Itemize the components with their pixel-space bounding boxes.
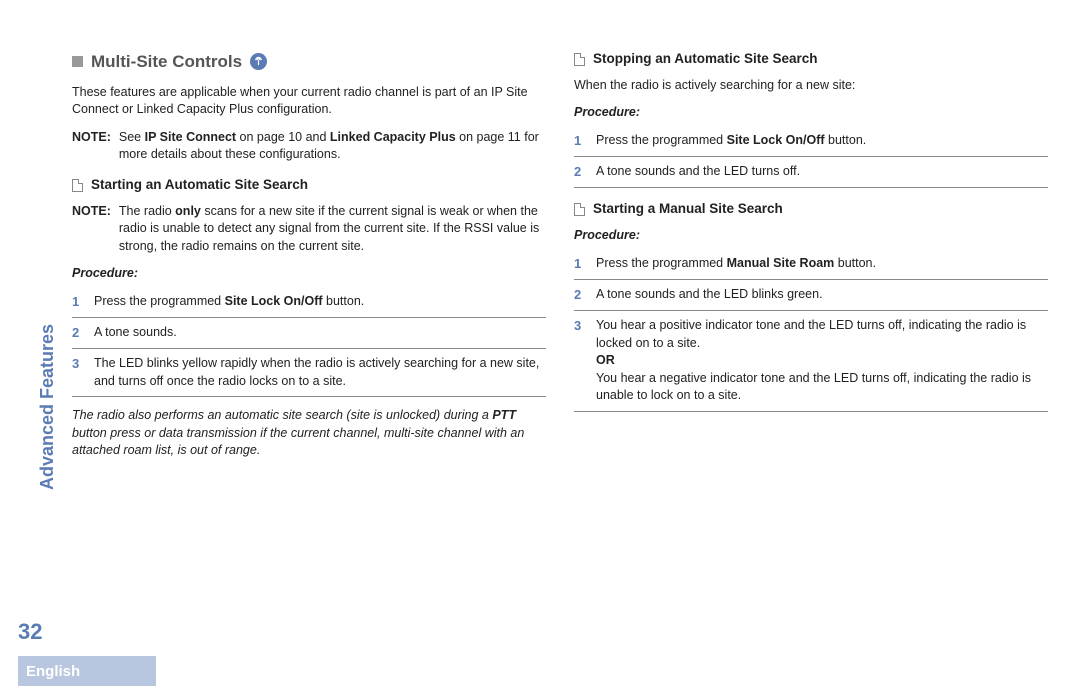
procedure-step: 2 A tone sounds and the LED turns off. xyxy=(574,157,1048,188)
step-number: 1 xyxy=(574,132,586,150)
step-body: Press the programmed Site Lock On/Off bu… xyxy=(596,132,1048,150)
step-number: 3 xyxy=(574,317,586,405)
procedure-step: 1 Press the programmed Site Lock On/Off … xyxy=(574,126,1048,157)
subheading-auto-start: Starting an Automatic Site Search xyxy=(72,176,546,195)
note-label: NOTE: xyxy=(72,129,111,164)
subheading-text: Starting an Automatic Site Search xyxy=(91,176,308,195)
step-number: 2 xyxy=(72,324,84,342)
step-body: The LED blinks yellow rapidly when the r… xyxy=(94,355,546,390)
antenna-icon xyxy=(250,53,267,70)
note-body: See IP Site Connect on page 10 and Linke… xyxy=(119,129,546,164)
procedure-step: 1 Press the programmed Site Lock On/Off … xyxy=(72,287,546,318)
page-number: 32 xyxy=(18,617,42,648)
content-columns: Multi-Site Controls These features are a… xyxy=(72,50,1048,470)
right-column: Stopping an Automatic Site Search When t… xyxy=(574,50,1048,470)
subheading-manual-start: Starting a Manual Site Search xyxy=(574,200,1048,219)
subheading-auto-stop: Stopping an Automatic Site Search xyxy=(574,50,1048,69)
document-icon xyxy=(574,203,585,216)
step-body: A tone sounds and the LED turns off. xyxy=(596,163,1048,181)
procedure-step: 2 A tone sounds. xyxy=(72,318,546,349)
intro-text: When the radio is actively searching for… xyxy=(574,77,1048,95)
italic-note: The radio also performs an automatic sit… xyxy=(72,407,546,460)
step-body: A tone sounds and the LED blinks green. xyxy=(596,286,1048,304)
procedure-step: 1 Press the programmed Manual Site Roam … xyxy=(574,249,1048,280)
document-icon xyxy=(72,179,83,192)
step-number: 1 xyxy=(574,255,586,273)
note-body: The radio only scans for a new site if t… xyxy=(119,203,546,256)
procedure-step: 3 You hear a positive indicator tone and… xyxy=(574,311,1048,412)
step-number: 1 xyxy=(72,293,84,311)
procedure-step: 3 The LED blinks yellow rapidly when the… xyxy=(72,349,546,397)
step-number: 3 xyxy=(72,355,84,390)
section-tab-label: Advanced Features xyxy=(35,324,60,490)
main-heading: Multi-Site Controls xyxy=(72,50,546,74)
left-column: Multi-Site Controls These features are a… xyxy=(72,50,546,470)
procedure-label: Procedure: xyxy=(574,104,1048,122)
note-2: NOTE: The radio only scans for a new sit… xyxy=(72,203,546,256)
language-footer: English xyxy=(18,656,156,686)
procedure-step: 2 A tone sounds and the LED blinks green… xyxy=(574,280,1048,311)
main-heading-text: Multi-Site Controls xyxy=(91,50,242,74)
step-number: 2 xyxy=(574,286,586,304)
step-body: Press the programmed Manual Site Roam bu… xyxy=(596,255,1048,273)
manual-page: Advanced Features 32 English Multi-Site … xyxy=(0,0,1080,698)
intro-text: These features are applicable when your … xyxy=(72,84,546,119)
note-label: NOTE: xyxy=(72,203,111,256)
procedure-label: Procedure: xyxy=(72,265,546,283)
subheading-text: Stopping an Automatic Site Search xyxy=(593,50,818,69)
subheading-text: Starting a Manual Site Search xyxy=(593,200,783,219)
square-bullet-icon xyxy=(72,56,83,67)
step-number: 2 xyxy=(574,163,586,181)
note-1: NOTE: See IP Site Connect on page 10 and… xyxy=(72,129,546,164)
procedure-label: Procedure: xyxy=(574,227,1048,245)
step-body: Press the programmed Site Lock On/Off bu… xyxy=(94,293,546,311)
document-icon xyxy=(574,53,585,66)
step-body: You hear a positive indicator tone and t… xyxy=(596,317,1048,405)
step-body: A tone sounds. xyxy=(94,324,546,342)
